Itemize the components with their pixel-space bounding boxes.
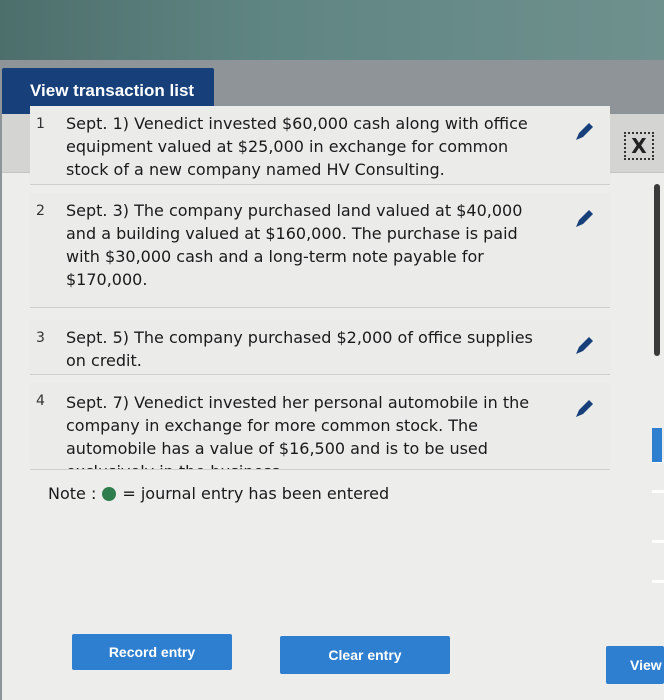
list-item[interactable]: 1 Sept. 1) Venedict invested $60,000 cas…	[30, 106, 610, 185]
entered-dot-icon	[102, 486, 117, 501]
item-number: 4	[36, 393, 45, 409]
pencil-icon[interactable]	[572, 397, 596, 421]
background-top	[0, 0, 664, 60]
pencil-icon[interactable]	[572, 334, 596, 358]
scrollbar[interactable]	[654, 184, 660, 356]
side-tab	[652, 428, 662, 462]
record-entry-button[interactable]: Record entry	[72, 634, 232, 670]
transaction-text: Sept. 7) Venedict invested her personal …	[66, 393, 530, 469]
transaction-text: Sept. 3) The company purchased land valu…	[66, 201, 523, 289]
close-icon[interactable]: X	[624, 132, 654, 160]
transaction-text: Sept. 1) Venedict invested $60,000 cash …	[66, 114, 528, 179]
transaction-text: Sept. 5) The company purchased $2,000 of…	[66, 328, 533, 370]
pencil-icon[interactable]	[572, 120, 596, 144]
item-number: 3	[36, 330, 45, 346]
list-item[interactable]: 3 Sept. 5) The company purchased $2,000 …	[30, 320, 610, 375]
item-number: 1	[36, 116, 45, 132]
view-button[interactable]: View	[606, 646, 664, 684]
list-item[interactable]: 2 Sept. 3) The company purchased land va…	[30, 193, 610, 308]
list-item[interactable]: 4 Sept. 7) Venedict invested her persona…	[30, 383, 610, 470]
note-text: = journal entry has been entered	[122, 484, 390, 503]
note-legend: Note : = journal entry has been entered	[48, 484, 389, 503]
pencil-icon[interactable]	[572, 207, 596, 231]
item-number: 2	[36, 203, 45, 219]
transaction-list: 1 Sept. 1) Venedict invested $60,000 cas…	[30, 106, 610, 470]
clear-entry-button[interactable]: Clear entry	[280, 636, 450, 674]
note-label: Note :	[48, 484, 97, 503]
